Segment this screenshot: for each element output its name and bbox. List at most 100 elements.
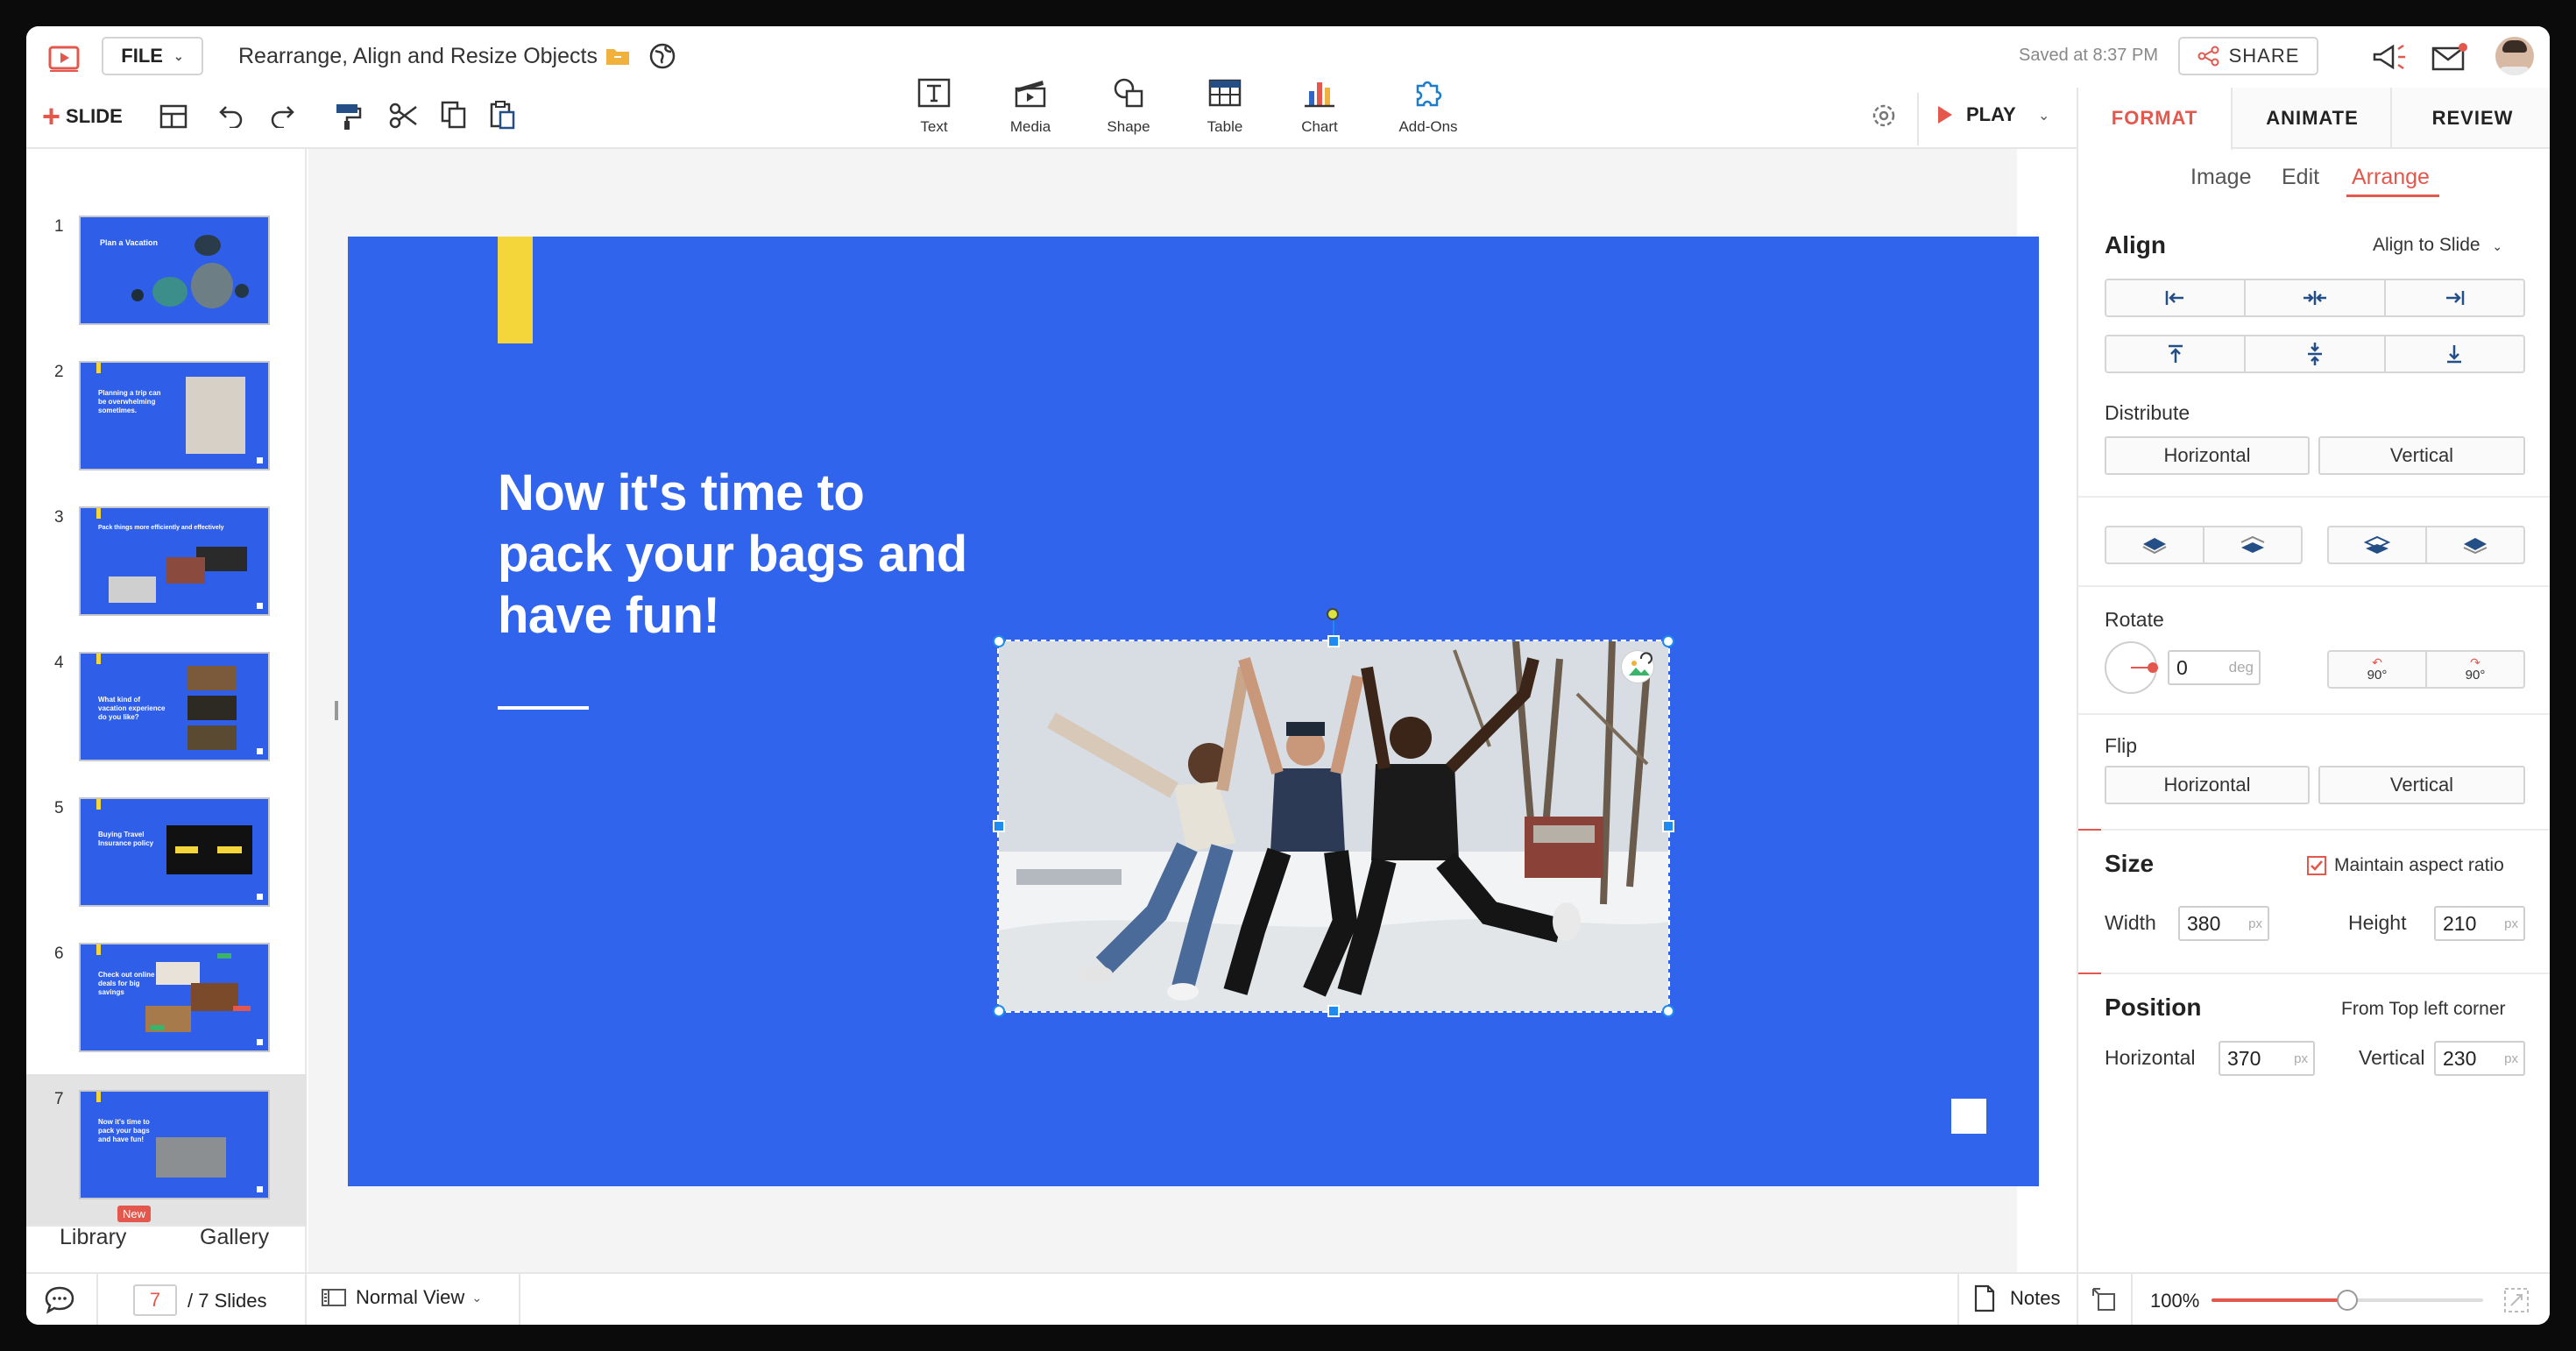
comments-icon[interactable] bbox=[44, 1284, 75, 1319]
maintain-aspect-checkbox[interactable]: Maintain aspect ratio bbox=[2306, 855, 2504, 876]
subtab-arrange[interactable]: Arrange bbox=[2352, 165, 2430, 190]
distribute-horizontal-button[interactable]: Horizontal bbox=[2105, 436, 2310, 475]
zoom-slider-thumb[interactable] bbox=[2337, 1290, 2358, 1311]
distribute-vertical-label: Vertical bbox=[2389, 444, 2454, 466]
resize-handle-bottom[interactable] bbox=[1327, 1005, 1340, 1017]
layout-icon[interactable] bbox=[159, 103, 188, 134]
add-slide-label: SLIDE bbox=[66, 105, 123, 127]
flip-horizontal-button[interactable]: Horizontal bbox=[2105, 766, 2310, 804]
subtab-image[interactable]: Image bbox=[2190, 165, 2251, 190]
bring-to-front-button[interactable] bbox=[2427, 527, 2523, 562]
insert-chart-tool[interactable]: Chart bbox=[1276, 77, 1363, 136]
current-slide[interactable]: Now it's time to pack your bags and have… bbox=[348, 237, 2039, 1186]
play-button[interactable]: PLAY bbox=[1936, 103, 2016, 126]
subtab-edit[interactable]: Edit bbox=[2282, 165, 2319, 190]
play-label: PLAY bbox=[1966, 103, 2016, 125]
distribute-vertical-button[interactable]: Vertical bbox=[2318, 436, 2525, 475]
align-top-button[interactable] bbox=[2106, 336, 2247, 371]
paste-icon[interactable] bbox=[489, 100, 517, 134]
underline-divider[interactable] bbox=[498, 706, 589, 710]
rotate-angle-input[interactable]: 0 deg bbox=[2168, 650, 2261, 685]
library-tab[interactable]: Library bbox=[60, 1225, 126, 1250]
insert-text-tool[interactable]: Text bbox=[890, 77, 978, 136]
align-center-button[interactable] bbox=[2246, 280, 2386, 315]
align-left-button[interactable] bbox=[2106, 280, 2247, 315]
add-slide-button[interactable]: + SLIDE bbox=[42, 101, 123, 132]
copy-icon[interactable] bbox=[440, 100, 468, 134]
resize-handle-left[interactable] bbox=[993, 820, 1005, 832]
insert-shape-tool[interactable]: Shape bbox=[1085, 77, 1172, 136]
tab-format-label: FORMAT bbox=[2111, 107, 2198, 129]
resize-handle-right[interactable] bbox=[1662, 820, 1674, 832]
rotate-dial[interactable] bbox=[2105, 641, 2158, 694]
align-right-button[interactable] bbox=[2386, 280, 2523, 315]
slide-thumbnail[interactable]: 3 Pack things more efficiently and effec… bbox=[26, 496, 307, 640]
resize-handle-top-left[interactable] bbox=[993, 635, 1005, 647]
share-button[interactable]: SHARE bbox=[2178, 37, 2318, 75]
addons-tool-label: Add-Ons bbox=[1398, 118, 1458, 135]
format-panel: FORMAT ANIMATE REVIEW Image Edit Arrange… bbox=[2077, 88, 2550, 1298]
slide-thumbnail[interactable]: 4 What kind of vacation experience do yo… bbox=[26, 641, 307, 786]
flip-vertical-button[interactable]: Vertical bbox=[2318, 766, 2525, 804]
selected-image[interactable] bbox=[997, 640, 1670, 1013]
current-slide-input[interactable]: 7 bbox=[133, 1284, 177, 1316]
cut-icon[interactable] bbox=[389, 102, 419, 134]
tab-review[interactable]: REVIEW bbox=[2394, 88, 2550, 149]
rotation-handle[interactable] bbox=[1327, 608, 1339, 620]
align-middle-button[interactable] bbox=[2246, 336, 2386, 371]
fit-to-screen-icon[interactable] bbox=[2091, 1286, 2119, 1319]
tab-format[interactable]: FORMAT bbox=[2078, 88, 2233, 151]
resize-handle-bottom-right[interactable] bbox=[1662, 1005, 1674, 1017]
redo-icon[interactable] bbox=[266, 102, 296, 132]
undo-icon[interactable] bbox=[217, 102, 247, 132]
announcement-icon[interactable] bbox=[2371, 42, 2410, 76]
slide-thumbnail[interactable]: 6 Check out online deals for big savings bbox=[26, 932, 307, 1077]
align-bottom-button[interactable] bbox=[2386, 336, 2523, 371]
app-logo-icon[interactable] bbox=[47, 44, 81, 74]
document-title[interactable]: Rearrange, Align and Resize Objects bbox=[238, 44, 598, 69]
mail-icon[interactable] bbox=[2431, 42, 2469, 76]
resize-handle-top-right[interactable] bbox=[1662, 635, 1674, 647]
white-square-shape[interactable] bbox=[1951, 1099, 1986, 1134]
globe-icon[interactable] bbox=[648, 42, 676, 74]
format-painter-icon[interactable] bbox=[333, 102, 363, 136]
width-input[interactable]: 380 px bbox=[2178, 906, 2269, 941]
settings-icon[interactable] bbox=[1870, 102, 1898, 134]
zoom-level[interactable]: 100% bbox=[2150, 1290, 2199, 1312]
share-icon bbox=[2197, 46, 2219, 67]
send-backward-button[interactable] bbox=[2106, 527, 2204, 562]
slide-thumbnail[interactable]: 1 Plan a Vacation bbox=[26, 205, 307, 350]
rotate-ccw-90-button[interactable]: ↶ 90° bbox=[2329, 652, 2427, 687]
position-vertical-input[interactable]: 230 px bbox=[2434, 1041, 2525, 1076]
pane-resize-handle[interactable] bbox=[335, 701, 338, 720]
folder-icon[interactable] bbox=[605, 46, 631, 71]
file-menu-button[interactable]: FILE ⌄ bbox=[102, 37, 203, 75]
notes-button[interactable]: Notes bbox=[1973, 1284, 2060, 1312]
view-mode-dropdown[interactable]: Normal View ⌄ bbox=[321, 1286, 482, 1309]
accent-bar[interactable] bbox=[498, 237, 533, 343]
slide-thumbnail[interactable]: 2 Planning a trip can be overwhelming so… bbox=[26, 350, 307, 495]
bring-forward-button[interactable] bbox=[2329, 527, 2427, 562]
thumb-image bbox=[186, 377, 245, 454]
fullscreen-icon[interactable] bbox=[2502, 1286, 2530, 1319]
insert-media-tool[interactable]: Media bbox=[987, 77, 1074, 136]
replace-image-icon[interactable] bbox=[1621, 650, 1654, 683]
tab-animate[interactable]: ANIMATE bbox=[2234, 88, 2392, 149]
insert-table-tool[interactable]: Table bbox=[1181, 77, 1269, 136]
gallery-tab[interactable]: Gallery bbox=[200, 1225, 269, 1250]
position-horizontal-input[interactable]: 370 px bbox=[2219, 1041, 2315, 1076]
resize-handle-bottom-left[interactable] bbox=[993, 1005, 1005, 1017]
insert-addons-tool[interactable]: Add-Ons bbox=[1384, 77, 1472, 136]
slide-heading[interactable]: Now it's time to pack your bags and have… bbox=[498, 463, 1041, 647]
play-options-chevron-icon[interactable]: ⌄ bbox=[2038, 107, 2049, 124]
rotate-cw-90-button[interactable]: ↷ 90° bbox=[2427, 652, 2523, 687]
send-to-back-button[interactable] bbox=[2204, 527, 2301, 562]
user-avatar[interactable] bbox=[2495, 37, 2534, 75]
zoom-slider[interactable] bbox=[2212, 1290, 2483, 1311]
slide-thumbnail-selected[interactable]: 7 Now it's time to pack your bags and ha… bbox=[26, 1074, 307, 1225]
slide-thumbnail[interactable]: 5 Buying Travel Insurance policy bbox=[26, 787, 307, 931]
align-to-value: Align to Slide bbox=[2373, 235, 2480, 255]
height-input[interactable]: 210 px bbox=[2434, 906, 2525, 941]
align-to-dropdown[interactable]: Align to Slide ⌄ bbox=[2373, 235, 2502, 256]
resize-handle-top[interactable] bbox=[1327, 635, 1340, 647]
